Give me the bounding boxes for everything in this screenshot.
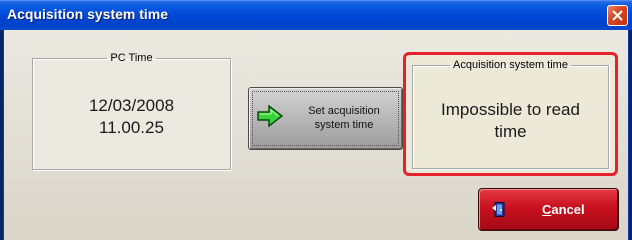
cancel-button[interactable]: Cancel (478, 188, 619, 231)
acquisition-status-line2: time (494, 122, 527, 141)
acquisition-time-group: Acquisition system time Impossible to re… (412, 59, 609, 169)
pc-time-group: PC Time 12/03/2008 11.00.25 (32, 52, 231, 170)
green-arrow-right-icon (257, 104, 284, 132)
close-icon (612, 10, 623, 21)
cancel-button-label: Cancel (542, 202, 585, 217)
set-button-label-line1: Set acquisition (308, 105, 380, 117)
close-button[interactable] (607, 5, 628, 26)
pc-date-value: 12/03/2008 (88, 96, 175, 115)
acquisition-time-highlight: Acquisition system time Impossible to re… (403, 52, 618, 176)
set-button-label-line2: system time (314, 119, 374, 131)
acquisition-status-line1: Impossible to read (441, 100, 580, 119)
dialog-window: Acquisition system time PC Time 12/03/20… (0, 0, 632, 240)
dialog-body: PC Time 12/03/2008 11.00.25 Set acquisit… (3, 30, 629, 240)
window-title: Acquisition system time (7, 6, 169, 22)
acquisition-time-legend: Acquisition system time (453, 59, 568, 71)
cancel-door-icon (492, 202, 506, 222)
pc-time-value: 11.00.25 (99, 118, 164, 137)
set-acquisition-time-button[interactable]: Set acquisition system time (248, 87, 403, 150)
pc-time-legend: PC Time (110, 52, 153, 64)
title-bar[interactable]: Acquisition system time (0, 0, 632, 30)
